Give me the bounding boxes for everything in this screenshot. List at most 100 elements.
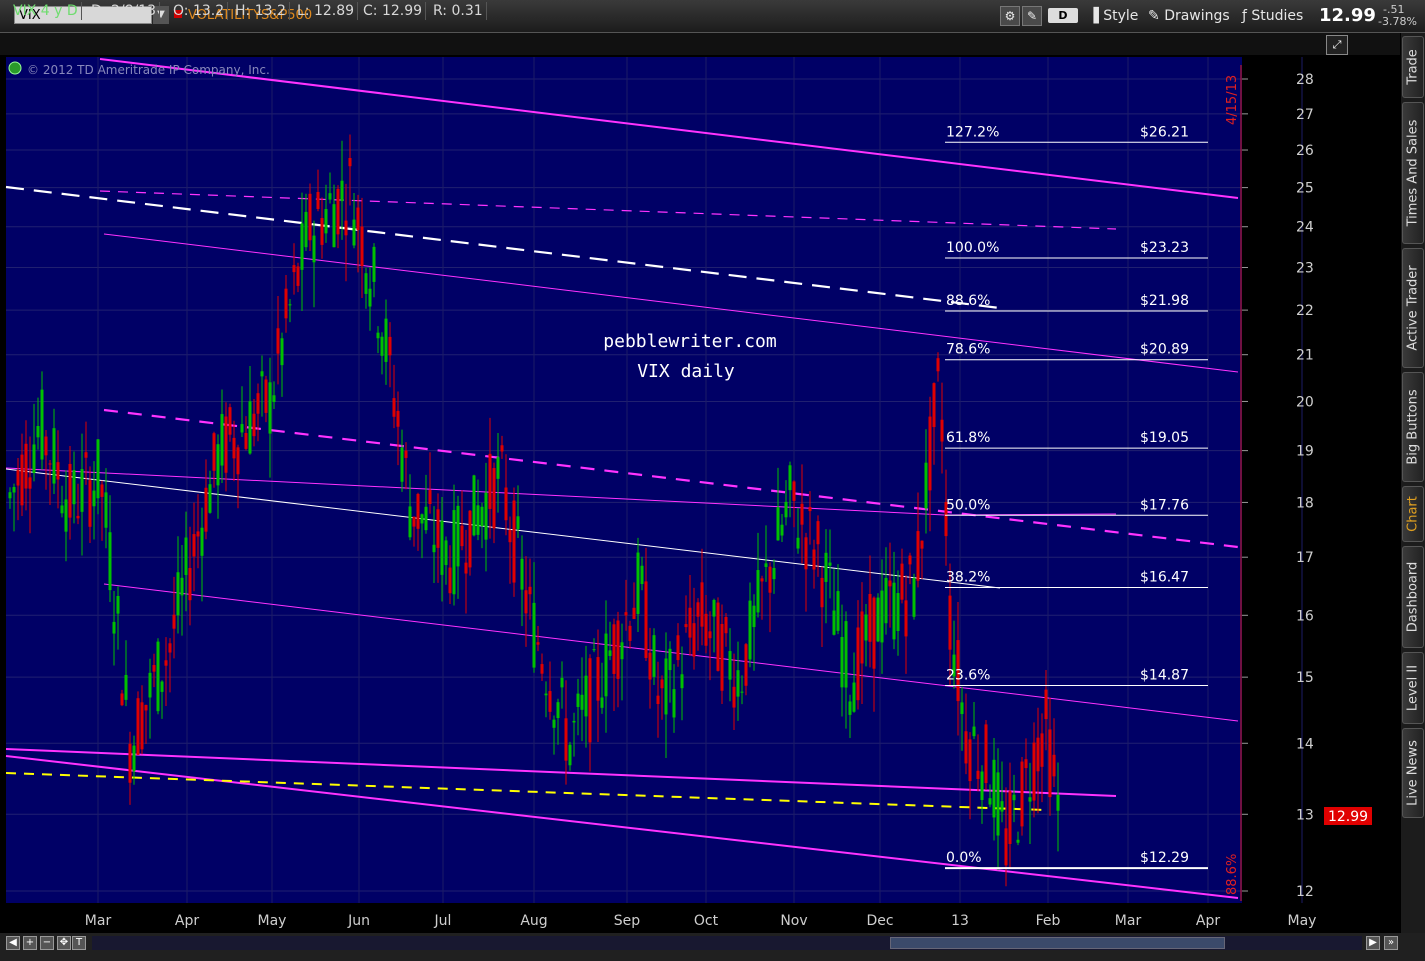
x-tick-label: Jun bbox=[347, 913, 370, 929]
candle-body bbox=[928, 416, 932, 491]
y-tick-label: 18 bbox=[1296, 495, 1314, 511]
candle-body bbox=[668, 648, 672, 671]
pan-icon[interactable]: ✥ bbox=[57, 936, 71, 950]
y-tick-label: 14 bbox=[1296, 736, 1314, 752]
tab-big-buttons[interactable]: Big Buttons bbox=[1402, 372, 1424, 482]
tab-level-ii[interactable]: Level II bbox=[1402, 652, 1424, 724]
candle-body bbox=[1016, 839, 1020, 843]
drawings-menu[interactable]: ✎ Drawings bbox=[1148, 6, 1230, 26]
candle-body bbox=[196, 531, 200, 537]
x-tick-label: Sep bbox=[614, 913, 641, 929]
candle-body bbox=[572, 720, 576, 723]
candle-body bbox=[604, 633, 608, 697]
tab-chart-label: Chart bbox=[1405, 496, 1421, 532]
candle-body bbox=[1028, 797, 1032, 802]
scrollbar-thumb[interactable] bbox=[890, 937, 1225, 949]
candle-body bbox=[972, 726, 976, 737]
price-chart[interactable]: 127.2% $26.21 100.0% $23.23 88.6% $21.98 78.6%… bbox=[0, 55, 1400, 933]
candle-body bbox=[60, 505, 64, 514]
period-button[interactable]: D bbox=[1048, 8, 1078, 23]
candle-body bbox=[900, 563, 904, 600]
y-tick-label: 25 bbox=[1296, 181, 1314, 197]
y-tick-label: 27 bbox=[1296, 107, 1314, 123]
text-tool-icon[interactable]: T bbox=[72, 936, 86, 950]
tab-live-news[interactable]: Live News bbox=[1402, 728, 1424, 818]
candle-body bbox=[416, 493, 420, 529]
candle-body bbox=[164, 660, 168, 666]
candle-body bbox=[100, 484, 104, 497]
candle-body bbox=[444, 540, 448, 566]
candle-body bbox=[816, 521, 820, 545]
tab-active-trader[interactable]: Active Trader bbox=[1402, 248, 1424, 368]
fast-forward-icon[interactable]: » bbox=[1384, 936, 1398, 950]
fib-pct-label: 61.8% bbox=[946, 430, 990, 446]
candle-body bbox=[48, 463, 52, 465]
candle-body bbox=[368, 288, 372, 307]
tab-dashboard[interactable]: Dashboard bbox=[1402, 546, 1424, 648]
fib-pct-label: 100.0% bbox=[946, 240, 999, 256]
candle-body bbox=[876, 597, 880, 642]
tools-icon[interactable]: ⚙ bbox=[1000, 6, 1020, 26]
candle-body bbox=[808, 506, 812, 512]
style-menu[interactable]: ▐ Style bbox=[1088, 6, 1138, 26]
tab-trade[interactable]: Trade bbox=[1402, 36, 1424, 98]
candle-body bbox=[104, 492, 108, 528]
candle-body bbox=[592, 649, 596, 651]
candle-body bbox=[32, 444, 36, 473]
candle-body bbox=[76, 515, 80, 519]
candle-body bbox=[232, 437, 236, 459]
x-tick-label: Aug bbox=[520, 913, 547, 929]
studies-menu[interactable]: ƒ Studies bbox=[1242, 6, 1303, 26]
last-price: 12.99 bbox=[1319, 5, 1376, 26]
tab-times-and-sales[interactable]: Times And Sales bbox=[1402, 102, 1424, 244]
candle-body bbox=[700, 582, 704, 627]
candle-body bbox=[932, 383, 936, 428]
zoom-in-icon[interactable]: + bbox=[23, 936, 37, 950]
candle-body bbox=[556, 702, 560, 719]
chart-settings-icon[interactable]: ⤢ bbox=[1326, 35, 1348, 55]
candle-body bbox=[940, 419, 944, 442]
candle-body bbox=[392, 398, 396, 417]
candle-body bbox=[108, 532, 112, 591]
style-label: Style bbox=[1103, 8, 1139, 24]
candle-body bbox=[968, 739, 972, 782]
scroll-right-icon[interactable]: ▶ bbox=[1366, 936, 1380, 950]
wrench-icon[interactable]: ✎ bbox=[1022, 6, 1042, 26]
info-symbol-period[interactable]: VIX 4 y D bbox=[10, 2, 82, 20]
candle-body bbox=[664, 658, 668, 715]
candle-body bbox=[120, 693, 124, 706]
candle-body bbox=[20, 454, 24, 506]
y-tick-label: 21 bbox=[1296, 348, 1314, 364]
x-tick-label: Mar bbox=[1115, 913, 1142, 929]
candle-body bbox=[452, 510, 456, 595]
candle-body bbox=[180, 577, 184, 596]
info-date: D: 2/8/13 bbox=[88, 2, 161, 20]
candle-body bbox=[88, 480, 92, 527]
candle-body bbox=[1056, 794, 1060, 811]
candle-body bbox=[80, 469, 84, 512]
watermark-site: pebblewriter.com bbox=[603, 331, 776, 352]
candle-body bbox=[704, 613, 708, 646]
candle-body bbox=[500, 445, 504, 452]
zoom-out-icon[interactable]: − bbox=[40, 936, 54, 950]
y-tick-label: 13 bbox=[1296, 807, 1314, 823]
candle-body bbox=[696, 602, 700, 617]
vertical-date-label: 4/15/13 bbox=[1225, 75, 1240, 125]
scroll-left-icon[interactable]: ◀ bbox=[6, 936, 20, 950]
watermark-title: VIX daily bbox=[637, 361, 735, 382]
candle-body bbox=[844, 621, 848, 688]
candle-body bbox=[404, 450, 408, 458]
candle-body bbox=[776, 507, 780, 541]
candle-body bbox=[892, 582, 896, 640]
candle-body bbox=[28, 477, 32, 489]
candle-body bbox=[112, 621, 116, 634]
candle-body bbox=[800, 503, 804, 525]
tab-chart[interactable]: Chart bbox=[1402, 486, 1424, 542]
candle-body bbox=[248, 401, 252, 454]
candle-body bbox=[240, 424, 244, 433]
y-tick-label: 12 bbox=[1296, 884, 1314, 900]
candle-body bbox=[996, 772, 1000, 836]
candle-body bbox=[764, 563, 768, 567]
candle-body bbox=[960, 702, 964, 715]
candle-body bbox=[756, 570, 760, 613]
